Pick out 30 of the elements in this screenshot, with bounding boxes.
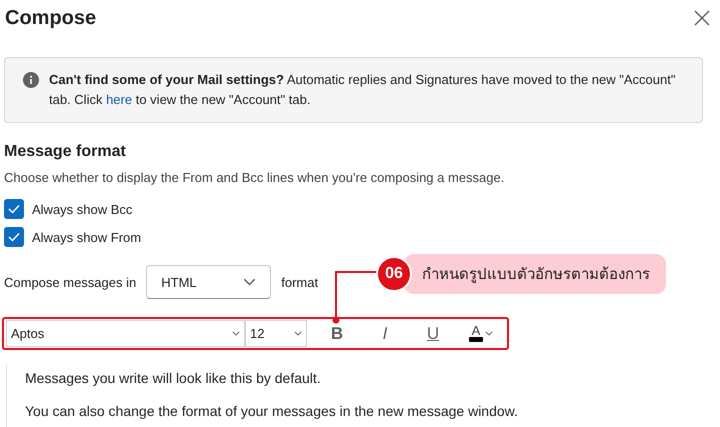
chevron-down-icon xyxy=(294,331,302,336)
here-link[interactable]: here xyxy=(106,92,132,107)
section-heading: Message format xyxy=(4,143,127,161)
chevron-down-icon xyxy=(485,331,493,336)
compose-label: Compose messages in xyxy=(4,274,136,290)
info-icon xyxy=(23,72,39,88)
checkbox-label: Always show From xyxy=(32,230,142,244)
checkmark-icon xyxy=(8,232,20,242)
section-description: Choose whether to display the From and Bcc lines when you're composing a message. xyxy=(4,170,506,185)
step-number: 06 xyxy=(376,256,412,292)
format-suffix: format xyxy=(281,274,318,290)
format-dropdown[interactable]: HTML xyxy=(146,265,272,299)
checkbox[interactable] xyxy=(4,199,24,219)
checkbox-label: Always show Bcc xyxy=(32,202,132,216)
checkmark-icon xyxy=(8,204,20,214)
close-icon[interactable] xyxy=(694,10,710,26)
chevron-down-icon xyxy=(243,278,256,286)
font-dropdown[interactable]: Aptos xyxy=(6,320,245,347)
info-message: Can't find some of your Mail settings? Automatic replies and Signatures have moved to the new "Account" tab. Click here to view the new "Account" tab. xyxy=(49,71,676,109)
italic-button[interactable]: I xyxy=(361,320,409,347)
checkbox[interactable] xyxy=(4,227,24,247)
font-size-dropdown[interactable]: 12 xyxy=(245,320,307,347)
bold-button[interactable]: B xyxy=(313,320,361,347)
preview-text: Messages you write will look like this by default. xyxy=(25,370,322,386)
callout-note: กำหนดรูปแบบตัวอักษรตามต้องการ xyxy=(404,254,666,294)
font-color-button[interactable]: A xyxy=(457,320,505,347)
underline-button[interactable]: U xyxy=(409,320,457,347)
chevron-down-icon xyxy=(232,331,240,336)
dialog-title: Compose xyxy=(4,6,96,30)
preview-text: You can also change the format of your messages in the new message window. xyxy=(25,403,519,419)
